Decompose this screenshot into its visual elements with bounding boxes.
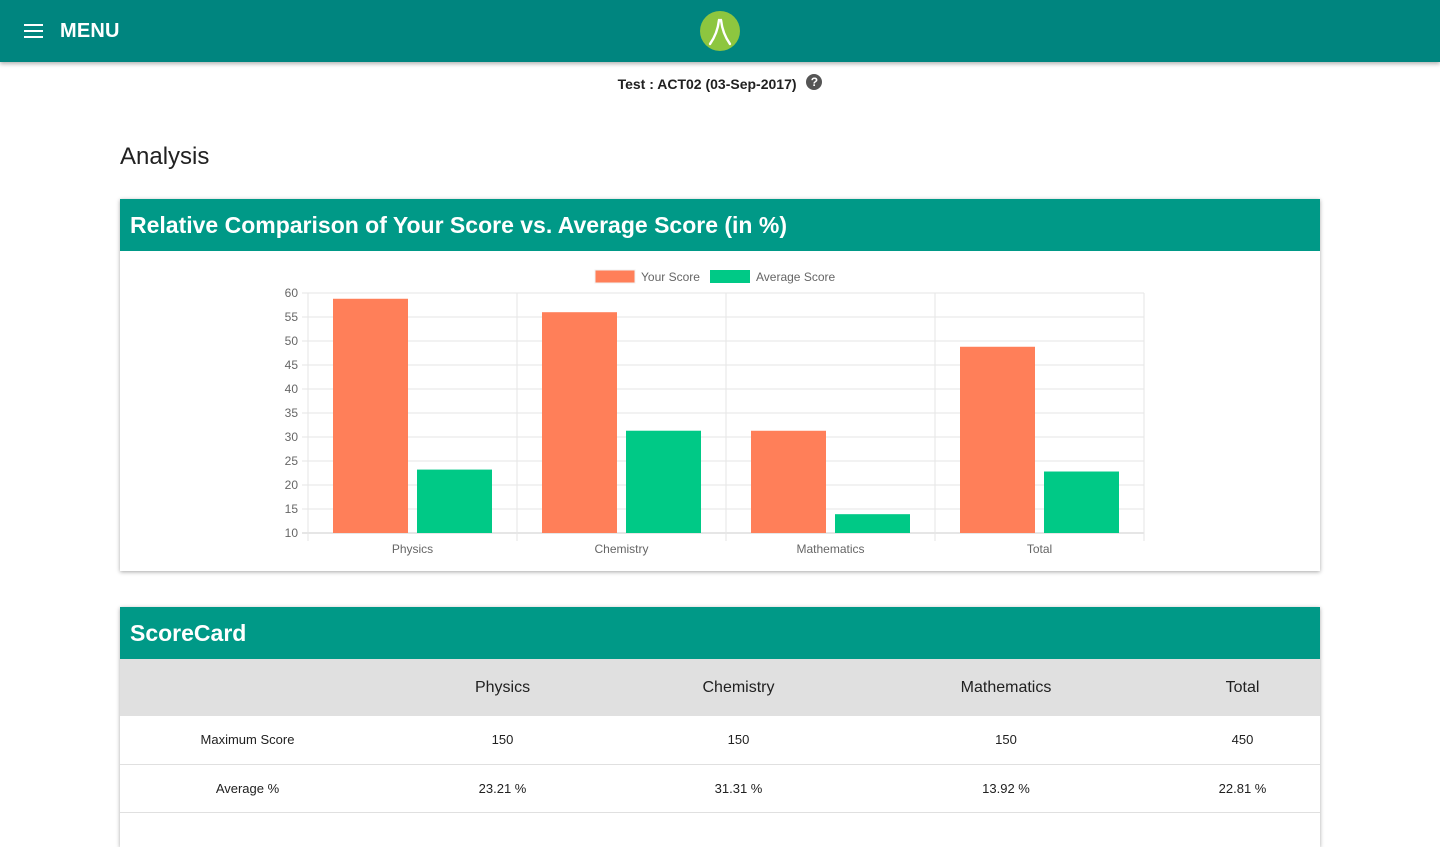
- comparison-card: Relative Comparison of Your Score vs. Av…: [120, 199, 1320, 571]
- table-cell: 450: [1231, 732, 1254, 748]
- y-tick-label: 15: [285, 502, 299, 516]
- legend-label: Your Score: [641, 270, 700, 284]
- table-cell: 22.81 %: [1218, 780, 1267, 796]
- y-tick-label: 30: [285, 430, 299, 444]
- scorecard-header-cell: [120, 659, 375, 716]
- row-label: Maximum Score: [200, 732, 295, 748]
- scorecard-card: ScoreCard Physics Chemistry Mathematics …: [120, 607, 1320, 847]
- table-cell: 13.92 %: [982, 780, 1030, 796]
- legend-label: Average Score: [756, 270, 835, 284]
- comparison-bar-chart: 10 15 20 25 30 35 40 45 50 55 60 Physics Chemistry Ma…: [285, 269, 1145, 556]
- table-cell: 150: [995, 732, 1017, 748]
- bar-your-score: [751, 430, 826, 533]
- table-cell: 31.31 %: [714, 780, 763, 796]
- comparison-card-title: Relative Comparison of Your Score vs. Av…: [120, 199, 1320, 251]
- scorecard-header-mathematics: Mathematics: [960, 678, 1052, 696]
- x-tick-label: Mathematics: [796, 542, 864, 556]
- y-tick-label: 35: [285, 406, 299, 420]
- scorecard-title: ScoreCard: [120, 607, 1320, 659]
- table-row: Maximum Score 150 150 150 450: [120, 716, 1320, 764]
- table-cell: 150: [491, 732, 514, 748]
- app-logo[interactable]: [700, 11, 740, 51]
- y-tick-label: 25: [285, 454, 299, 468]
- bar-average-score: [835, 514, 910, 533]
- table-row: Average % 23.21 % 31.31 % 13.92 % 22.81 …: [120, 764, 1320, 812]
- top-app-bar: MENU: [0, 0, 1440, 62]
- bar-average-score: [417, 469, 492, 533]
- x-tick-label: Total: [1027, 542, 1052, 556]
- bar-average-score: [1044, 471, 1119, 533]
- y-tick-label: 60: [285, 286, 299, 300]
- table-cell: 150: [727, 732, 750, 748]
- bar-your-score: [960, 346, 1035, 533]
- scorecard-header-row: Physics Chemistry Mathematics Total: [120, 659, 1320, 716]
- scorecard-table: Physics Chemistry Mathematics Total Maxi…: [120, 659, 1320, 813]
- row-label: Average %: [215, 780, 280, 796]
- y-tick-label: 45: [285, 358, 299, 372]
- y-tick-label: 10: [285, 526, 299, 540]
- scorecard-header-total: Total: [1225, 678, 1260, 696]
- y-tick-label: 20: [285, 478, 299, 492]
- scorecard-header-physics: Physics: [474, 678, 531, 696]
- x-tick-label: Chemistry: [594, 542, 648, 556]
- bar-your-score: [333, 298, 408, 533]
- test-info: Test : ACT02 (03-Sep-2017) ?: [0, 74, 1440, 92]
- hamburger-icon: [24, 24, 43, 38]
- scorecard-header-chemistry: Chemistry: [702, 678, 775, 696]
- y-tick-label: 40: [285, 382, 299, 396]
- x-tick-label: Physics: [392, 542, 433, 556]
- legend-swatch: [710, 270, 750, 283]
- y-tick-label: 50: [285, 334, 299, 348]
- bar-your-score: [542, 312, 617, 533]
- page-title: Analysis: [120, 143, 210, 170]
- menu-label: MENU: [60, 19, 120, 42]
- table-cell: 23.21 %: [478, 780, 527, 796]
- help-icon[interactable]: ?: [806, 74, 823, 90]
- y-tick-label: 55: [285, 310, 299, 324]
- legend-swatch: [594, 269, 636, 284]
- menu-button[interactable]: MENU: [24, 16, 120, 46]
- bar-average-score: [626, 430, 701, 533]
- test-label: Test : ACT02 (03-Sep-2017): [617, 76, 797, 92]
